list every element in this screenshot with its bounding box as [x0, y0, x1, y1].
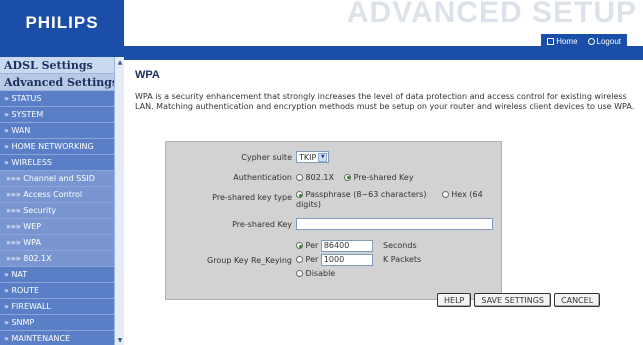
psk-input[interactable] [296, 218, 493, 230]
logout-link-label: Logout [596, 36, 621, 46]
scroll-track[interactable] [115, 67, 124, 335]
authentication-label: Authentication [233, 172, 292, 182]
rekey-seconds-input[interactable]: 86400 [320, 239, 373, 252]
sidebar-item-route[interactable]: » ROUTE [0, 283, 114, 299]
home-icon [547, 37, 555, 45]
cypher-suite-select[interactable]: TKIP ▼ [296, 151, 330, 163]
psk-type-options: Passphrase (8~63 characters) Hex (64 dig… [296, 189, 501, 210]
cypher-suite-label: Cypher suite [241, 152, 292, 162]
authentication-row: Authentication 802.1X Pre-shared Key [166, 170, 501, 184]
group-key-label: Group Key Re_Keying [207, 255, 292, 265]
sidebar-heading-advanced[interactable]: Advanced Settings [0, 74, 114, 91]
chevron-down-icon: ▼ [318, 152, 328, 162]
sidebar-item-wan[interactable]: » WAN [0, 123, 114, 139]
logout-link[interactable]: Logout [587, 36, 621, 46]
rekey-packets-unit: K Packets [383, 255, 422, 264]
scroll-down-icon[interactable]: ▼ [115, 335, 124, 345]
group-key-options: Per 86400 Seconds Per 1000 K Packets Dis… [296, 239, 501, 281]
sidebar-item-security[interactable]: »»» Security [0, 203, 114, 219]
scroll-up-icon[interactable]: ▲ [115, 57, 124, 67]
main-content: WPA WPA is a security enhancement that s… [124, 60, 643, 345]
rekey-seconds-option: Per 86400 Seconds [296, 239, 501, 253]
sidebar-item-snmp[interactable]: » SNMP [0, 315, 114, 331]
cancel-button[interactable]: CANCEL [554, 293, 601, 307]
home-link-label: Home [556, 36, 578, 46]
page-description: WPA is a security enhancement that stron… [135, 92, 635, 111]
psk-cell [296, 218, 501, 230]
auth-psk-label: Pre-shared Key [353, 172, 414, 182]
logout-icon [587, 37, 595, 45]
logo-text: PHILIPS [25, 13, 99, 32]
sidebar-item-wep[interactable]: »»» WEP [0, 219, 114, 235]
page-title: WPA [135, 69, 160, 81]
sidebar-item-status[interactable]: » STATUS [0, 91, 114, 107]
rekey-per-label-1: Per [305, 241, 319, 250]
sidebar-item-nat[interactable]: » NAT [0, 267, 114, 283]
rekey-per-label-2: Per [305, 255, 319, 264]
sidebar-heading-adsl[interactable]: ADSL Settings [0, 57, 114, 74]
sidebar-item-system[interactable]: » SYSTEM [0, 107, 114, 123]
cypher-suite-cell: TKIP ▼ [296, 151, 501, 163]
sidebar-item-channel-ssid[interactable]: »»» Channel and SSID [0, 171, 114, 187]
psk-passphrase-label: Passphrase (8~63 characters) [305, 190, 427, 199]
rekey-seconds-radio[interactable] [296, 242, 303, 249]
sidebar-item-wireless[interactable]: » WIRELESS [0, 155, 114, 171]
authentication-options: 802.1X Pre-shared Key [296, 173, 501, 182]
rekey-packets-radio[interactable] [296, 256, 303, 263]
sidebar-item-8021x[interactable]: »»» 802.1X [0, 251, 114, 267]
form-buttons: HELP SAVE SETTINGS CANCEL [437, 293, 601, 307]
auth-8021x-label: 802.1X [305, 172, 334, 182]
rekey-packets-option: Per 1000 K Packets [296, 253, 501, 267]
sidebar-item-firewall[interactable]: » FIREWALL [0, 299, 114, 315]
header: PHILIPS ADVANCED SETUP Home Logout [0, 0, 643, 48]
rekey-disable-option: Disable [296, 267, 501, 281]
auth-psk-radio[interactable] [344, 173, 352, 181]
sidebar-top-strip [0, 46, 124, 57]
auth-8021x-radio[interactable] [296, 173, 303, 181]
rekey-packets-input[interactable]: 1000 [320, 253, 373, 266]
psk-label: Pre-shared Key [232, 219, 292, 229]
rekey-disable-label: Disable [305, 269, 336, 278]
rekey-seconds-unit: Seconds [383, 241, 417, 250]
header-bar [124, 46, 643, 60]
sidebar-item-access-control[interactable]: »»» Access Control [0, 187, 114, 203]
page-header-title: ADVANCED SETUP [346, 0, 637, 29]
sidebar-scrollbar[interactable]: ▲ ▼ [114, 57, 124, 345]
sidebar-item-wpa[interactable]: »»» WPA [0, 235, 114, 251]
save-settings-button[interactable]: SAVE SETTINGS [474, 293, 552, 307]
psk-row: Pre-shared Key [166, 217, 501, 231]
sidebar-item-home-networking[interactable]: » HOME NETWORKING [0, 139, 114, 155]
psk-passphrase-radio[interactable] [296, 191, 303, 198]
help-button[interactable]: HELP [437, 293, 472, 307]
home-link[interactable]: Home [547, 36, 578, 46]
philips-logo: PHILIPS [0, 0, 124, 46]
cypher-suite-value: TKIP [299, 152, 317, 162]
psk-hex-radio[interactable] [441, 191, 449, 198]
group-key-row: Group Key Re_Keying Per 86400 Seconds Pe… [166, 238, 501, 282]
rekey-disable-radio[interactable] [296, 270, 303, 277]
sidebar: ADSL Settings Advanced Settings » STATUS… [0, 57, 124, 345]
cypher-suite-row: Cypher suite TKIP ▼ [166, 150, 501, 164]
psk-type-label: Pre-shared key type [212, 193, 292, 202]
wpa-settings-form: Cypher suite TKIP ▼ Authentication 802.1… [165, 141, 502, 300]
sidebar-item-maintenance[interactable]: » MAINTENANCE [0, 331, 114, 345]
psk-type-row: Pre-shared key type Passphrase (8~63 cha… [166, 189, 501, 211]
